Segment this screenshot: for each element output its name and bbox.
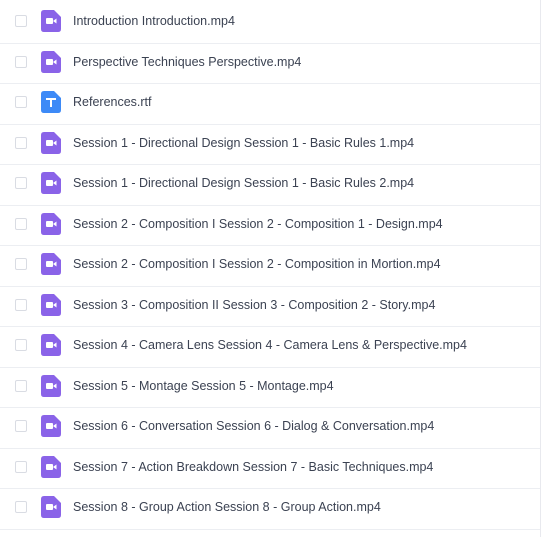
video-file-icon	[41, 212, 61, 235]
file-row[interactable]: Session 8 - Group Action Session 8 - Gro…	[0, 489, 540, 530]
video-file-icon	[41, 172, 61, 194]
select-checkbox[interactable]	[15, 460, 27, 473]
file-name[interactable]: Session 7 - Action Breakdown Session 7 -…	[73, 459, 433, 475]
select-checkbox[interactable]	[15, 136, 27, 149]
file-row[interactable]: Session 1 - Directional Design Session 1…	[0, 165, 540, 206]
select-checkbox[interactable]	[15, 501, 27, 513]
file-name[interactable]: References.rtf	[73, 94, 152, 110]
select-checkbox[interactable]	[15, 258, 27, 270]
file-row[interactable]: Session 2 - Composition I Session 2 - Co…	[0, 246, 540, 287]
video-file-icon	[41, 50, 61, 73]
select-checkbox[interactable]	[15, 217, 27, 230]
select-checkbox[interactable]	[15, 298, 27, 311]
file-name[interactable]: Perspective Techniques Perspective.mp4	[73, 54, 301, 70]
file-row[interactable]: Session 7 - Action Breakdown Session 7 -…	[0, 449, 540, 489]
video-file-icon	[41, 253, 61, 275]
file-name[interactable]: Session 2 - Composition I Session 2 - Co…	[73, 216, 443, 232]
file-row[interactable]: Session 4 - Camera Lens Session 4 - Came…	[0, 327, 540, 368]
file-name[interactable]: Session 5 - Montage Session 5 - Montage.…	[73, 378, 334, 394]
video-file-icon	[41, 374, 61, 397]
video-file-icon	[41, 131, 61, 154]
file-name[interactable]: Session 1 - Directional Design Session 1…	[73, 135, 414, 151]
file-row[interactable]: Perspective Techniques Perspective.mp4	[0, 44, 540, 84]
file-row[interactable]: Introduction Introduction.mp4	[0, 3, 540, 44]
file-name[interactable]: Session 6 - Conversation Session 6 - Dia…	[73, 418, 434, 434]
file-row[interactable]: Session 2 - Composition I Session 2 - Co…	[0, 206, 540, 246]
select-checkbox[interactable]	[15, 55, 27, 68]
file-row[interactable]: Session 1 - Directional Design Session 1…	[0, 125, 540, 165]
select-checkbox[interactable]	[15, 339, 27, 351]
file-list: Introduction Introduction.mp4 Perspectiv…	[0, 0, 541, 537]
file-name[interactable]: Introduction Introduction.mp4	[73, 13, 235, 29]
file-row[interactable]: Session 3 - Composition II Session 3 - C…	[0, 287, 540, 327]
file-name[interactable]: Session 1 - Directional Design Session 1…	[73, 175, 414, 191]
file-name[interactable]: Session 3 - Composition II Session 3 - C…	[73, 297, 435, 313]
select-checkbox[interactable]	[15, 177, 27, 189]
text-file-icon	[41, 91, 61, 113]
select-checkbox[interactable]	[15, 379, 27, 392]
file-name[interactable]: Session 4 - Camera Lens Session 4 - Came…	[73, 337, 467, 353]
file-name[interactable]: Session 2 - Composition I Session 2 - Co…	[73, 256, 441, 272]
video-file-icon	[41, 293, 61, 316]
select-checkbox[interactable]	[15, 420, 27, 432]
file-row[interactable]: Session 6 - Conversation Session 6 - Dia…	[0, 408, 540, 449]
video-file-icon	[41, 496, 61, 518]
video-file-icon	[41, 10, 61, 32]
file-row[interactable]: Session 5 - Montage Session 5 - Montage.…	[0, 368, 540, 408]
file-row[interactable]: References.rtf	[0, 84, 540, 125]
video-file-icon	[41, 415, 61, 437]
video-file-icon	[41, 455, 61, 478]
file-name[interactable]: Session 8 - Group Action Session 8 - Gro…	[73, 499, 381, 515]
select-checkbox[interactable]	[15, 15, 27, 27]
select-checkbox[interactable]	[15, 96, 27, 108]
video-file-icon	[41, 334, 61, 356]
